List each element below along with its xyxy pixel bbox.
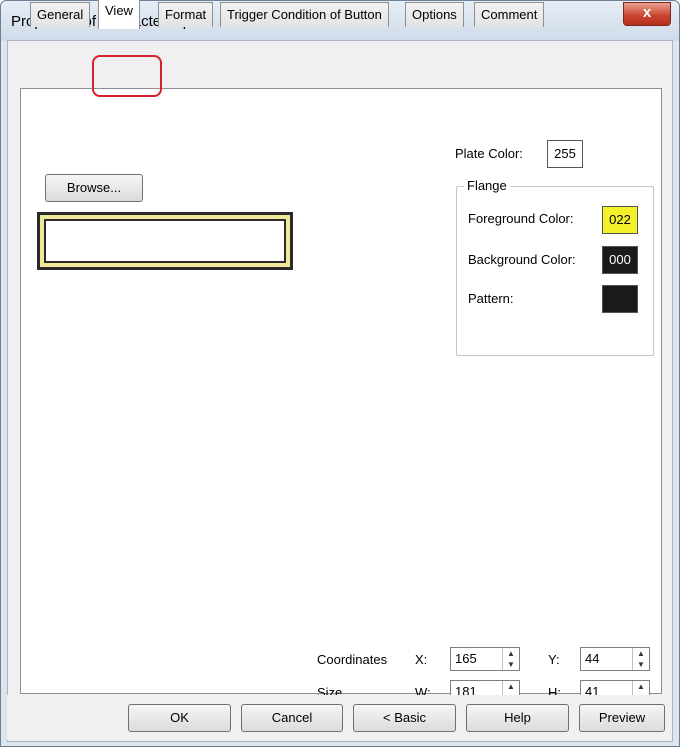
foreground-color-swatch[interactable]: 022 (602, 206, 638, 234)
browse-button[interactable]: Browse... (45, 174, 143, 202)
close-icon: x (642, 4, 652, 21)
y-value: 44 (585, 651, 600, 666)
x-spinner[interactable]: 165 ▲ ▼ (450, 647, 520, 671)
tab-options[interactable]: Options (405, 2, 464, 27)
x-value: 165 (455, 651, 477, 666)
coordinates-label: Coordinates (317, 652, 388, 667)
x-spin-arrows-icon[interactable]: ▲ ▼ (502, 648, 519, 670)
close-button[interactable]: x (623, 2, 671, 26)
tab-format[interactable]: Format (158, 2, 214, 27)
plate-color-swatch[interactable]: 255 (547, 140, 583, 168)
y-spin-arrows-icon[interactable]: ▲ ▼ (632, 648, 649, 670)
plate-color-label: Plate Color: (455, 146, 523, 161)
tab-trigger-condition[interactable]: Trigger Condition of Button (220, 2, 389, 27)
tab-view[interactable]: View (98, 0, 140, 29)
cancel-button[interactable]: Cancel (241, 704, 343, 732)
plate-preview-inner (44, 219, 286, 263)
pattern-label: Pattern: (468, 291, 514, 306)
pattern-swatch[interactable] (602, 285, 638, 313)
background-color-label: Background Color: (468, 252, 576, 267)
tab-general[interactable]: General (30, 2, 91, 27)
background-color-swatch[interactable]: 000 (602, 246, 638, 274)
basic-button[interactable]: < Basic (353, 704, 456, 732)
y-spinner[interactable]: 44 ▲ ▼ (580, 647, 650, 671)
flange-group-title: Flange (464, 178, 510, 193)
y-label: Y: (548, 652, 560, 667)
plate-preview (37, 212, 293, 270)
view-tab-highlight (92, 55, 162, 97)
preview-button[interactable]: Preview (579, 704, 665, 732)
ok-button[interactable]: OK (128, 704, 231, 732)
tab-comment[interactable]: Comment (474, 2, 545, 27)
help-button[interactable]: Help (466, 704, 569, 732)
x-label: X: (415, 652, 428, 667)
foreground-color-label: Foreground Color: (468, 211, 574, 226)
